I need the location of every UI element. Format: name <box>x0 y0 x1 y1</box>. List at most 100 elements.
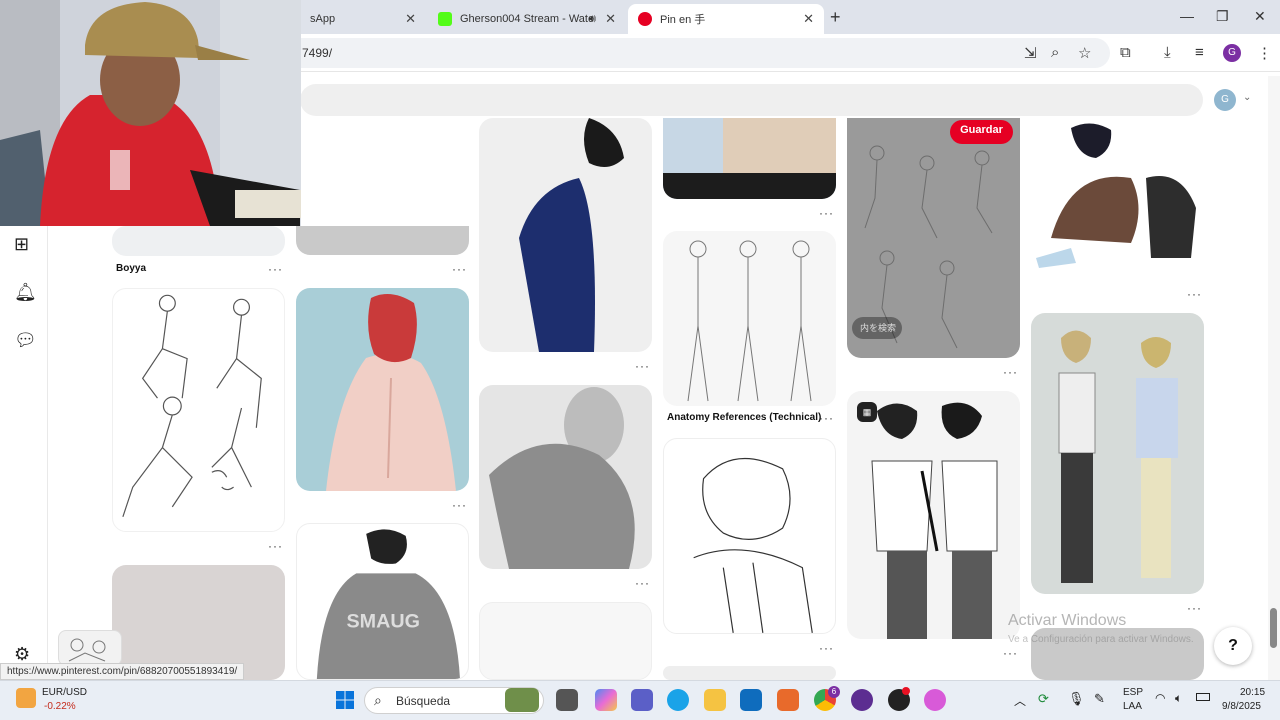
app-orange-icon[interactable] <box>777 689 799 711</box>
ticker-chart-icon <box>16 688 36 708</box>
maximize-icon[interactable]: ❐ <box>1216 8 1229 25</box>
copilot-icon[interactable] <box>595 689 617 711</box>
pin-image-smaug-jacket[interactable]: SMAUG <box>296 523 469 680</box>
wifi-icon[interactable]: ◠ <box>1155 691 1165 705</box>
sync-icon[interactable]: ⟳ <box>1038 691 1049 707</box>
visual-search-button[interactable]: 内を検索 <box>852 317 902 339</box>
install-app-icon[interactable]: ⇲ <box>1024 44 1037 62</box>
app-pink-icon[interactable] <box>924 689 946 711</box>
more-options-icon[interactable]: ··· <box>268 262 283 276</box>
more-options-icon[interactable]: ··· <box>452 498 467 512</box>
messages-icon[interactable]: 💬︎ <box>14 330 37 351</box>
file-explorer-icon[interactable] <box>704 689 726 711</box>
close-icon[interactable]: ✕ <box>405 11 416 27</box>
more-options-icon[interactable]: ··· <box>635 359 650 373</box>
pin-image-grey-torso[interactable] <box>479 385 652 569</box>
close-icon[interactable]: ✕ <box>803 11 814 27</box>
media-control-icon[interactable]: ≡ <box>1195 44 1204 61</box>
page-scrollbar[interactable] <box>1268 76 1280 680</box>
more-options-icon[interactable]: ··· <box>1003 365 1018 379</box>
teams-icon[interactable] <box>631 689 653 711</box>
sketch-illustration <box>122 294 262 517</box>
more-options-icon[interactable]: ··· <box>1187 287 1202 301</box>
more-options-icon[interactable]: ··· <box>268 539 283 553</box>
photo-illustration <box>663 118 836 199</box>
download-icon[interactable]: ⤓ <box>1164 44 1171 61</box>
zoom-icon[interactable]: ⌕ <box>1051 44 1059 61</box>
more-options-icon[interactable]: ··· <box>635 576 650 590</box>
pin-image-sketch-poses[interactable] <box>112 288 285 532</box>
pin-image-two-boys[interactable]: ▦ <box>847 391 1020 639</box>
more-options-icon[interactable]: ··· <box>452 262 467 276</box>
taskbar-search-placeholder[interactable]: Búsqueda <box>396 694 450 708</box>
pin-image-photo-shirt[interactable] <box>663 118 836 199</box>
windows-start-icon[interactable] <box>335 690 355 710</box>
tab-pinterest[interactable]: Pin en 手 ✕ <box>628 4 824 34</box>
pin-title[interactable]: Anatomy References (Technical) <box>667 412 821 423</box>
save-button[interactable]: Guardar <box>950 120 1013 144</box>
volume-icon[interactable]: 🔈︎ <box>1175 691 1182 706</box>
task-view-icon[interactable] <box>556 689 578 711</box>
discord-icon[interactable] <box>851 689 873 711</box>
pin-image-anatomy-backs[interactable] <box>296 226 469 255</box>
ticker-change[interactable]: -0.22% <box>44 701 76 712</box>
clock-date[interactable]: 9/8/2025 <box>1222 701 1261 712</box>
thumbnail-preview[interactable] <box>58 630 122 666</box>
more-options-icon[interactable]: ··· <box>819 411 834 425</box>
screen: sApp ✕ Gherson004 Stream - Watc 🔊︎ ✕ Pin… <box>0 0 1280 720</box>
battery-icon[interactable] <box>1196 693 1210 701</box>
edge-icon[interactable] <box>667 689 689 711</box>
url-text[interactable]: 7499/ <box>302 46 332 60</box>
more-options-icon[interactable]: ··· <box>819 641 834 655</box>
microphone-icon[interactable]: 🎙︎ <box>1068 691 1085 707</box>
bell-icon[interactable]: 🔔︎ <box>14 282 37 303</box>
pin-image-blue-suit[interactable] <box>479 118 652 352</box>
pin-image-anatomy-standing[interactable] <box>663 231 836 406</box>
outlook-icon[interactable] <box>740 689 762 711</box>
boy-sketch <box>693 457 813 633</box>
close-icon[interactable]: ✕ <box>605 11 616 27</box>
notification-dot <box>902 687 910 695</box>
characters-illustration <box>1058 330 1178 583</box>
pin-image-sitting-boy[interactable] <box>1031 118 1204 280</box>
star-icon[interactable]: ☆ <box>1078 44 1091 62</box>
minimize-icon[interactable]: — <box>1180 8 1194 24</box>
figure-illustration <box>519 118 624 352</box>
pen-icon[interactable]: ✎ <box>1094 691 1105 707</box>
more-options-icon[interactable]: ··· <box>1187 601 1202 615</box>
more-options-icon[interactable]: ··· <box>819 206 834 220</box>
gallery-icon: ▦ <box>857 402 877 422</box>
chevron-down-icon[interactable]: ⌄ <box>1243 92 1251 103</box>
tab-whatsapp[interactable]: sApp ✕ <box>300 4 426 34</box>
pin-image-red-hair-back[interactable] <box>296 288 469 491</box>
speaker-icon[interactable]: 🔊︎ <box>589 13 596 26</box>
profile-avatar[interactable]: G <box>1223 44 1241 62</box>
pin-image-two-characters[interactable] <box>1031 313 1204 594</box>
pinterest-icon <box>638 12 652 26</box>
pinterest-avatar[interactable]: G <box>1214 89 1236 111</box>
menu-icon[interactable]: ⋮ <box>1257 44 1272 62</box>
more-options-icon[interactable]: ··· <box>1003 646 1018 660</box>
pin-image-sketch-bottom[interactable] <box>479 602 652 680</box>
activate-windows-subtitle: Ve a Configuración para activar Windows. <box>1008 634 1194 645</box>
tray-chevron-icon[interactable]: ︿ <box>1014 692 1026 709</box>
pin-image-boyya[interactable] <box>112 226 285 256</box>
settings-icon[interactable]: ⚙ <box>14 644 30 665</box>
new-tab-button[interactable]: + <box>830 7 841 28</box>
scrollbar-thumb[interactable] <box>1270 608 1277 648</box>
ticker-pair[interactable]: EUR/USD <box>42 687 87 698</box>
pin-image-boy-scarf[interactable] <box>663 438 836 634</box>
create-icon[interactable]: ⊞ <box>14 234 29 255</box>
pin-image-partial[interactable] <box>663 666 836 680</box>
extensions-icon[interactable]: ⧉ <box>1120 44 1131 61</box>
search-highlight-icon[interactable] <box>505 688 539 712</box>
region-indicator[interactable]: LAA <box>1123 701 1142 712</box>
pin-title[interactable]: Boyya <box>116 263 146 274</box>
tab-kick-stream[interactable]: Gherson004 Stream - Watc 🔊︎ ✕ <box>428 4 626 34</box>
window-close-icon[interactable]: ✕ <box>1254 8 1266 25</box>
language-indicator[interactable]: ESP <box>1123 687 1143 698</box>
painting-illustration <box>326 294 456 491</box>
help-button[interactable]: ? <box>1214 627 1252 665</box>
clock-time[interactable]: 20:15 <box>1240 687 1265 698</box>
pinterest-search-bar[interactable] <box>300 84 1203 116</box>
